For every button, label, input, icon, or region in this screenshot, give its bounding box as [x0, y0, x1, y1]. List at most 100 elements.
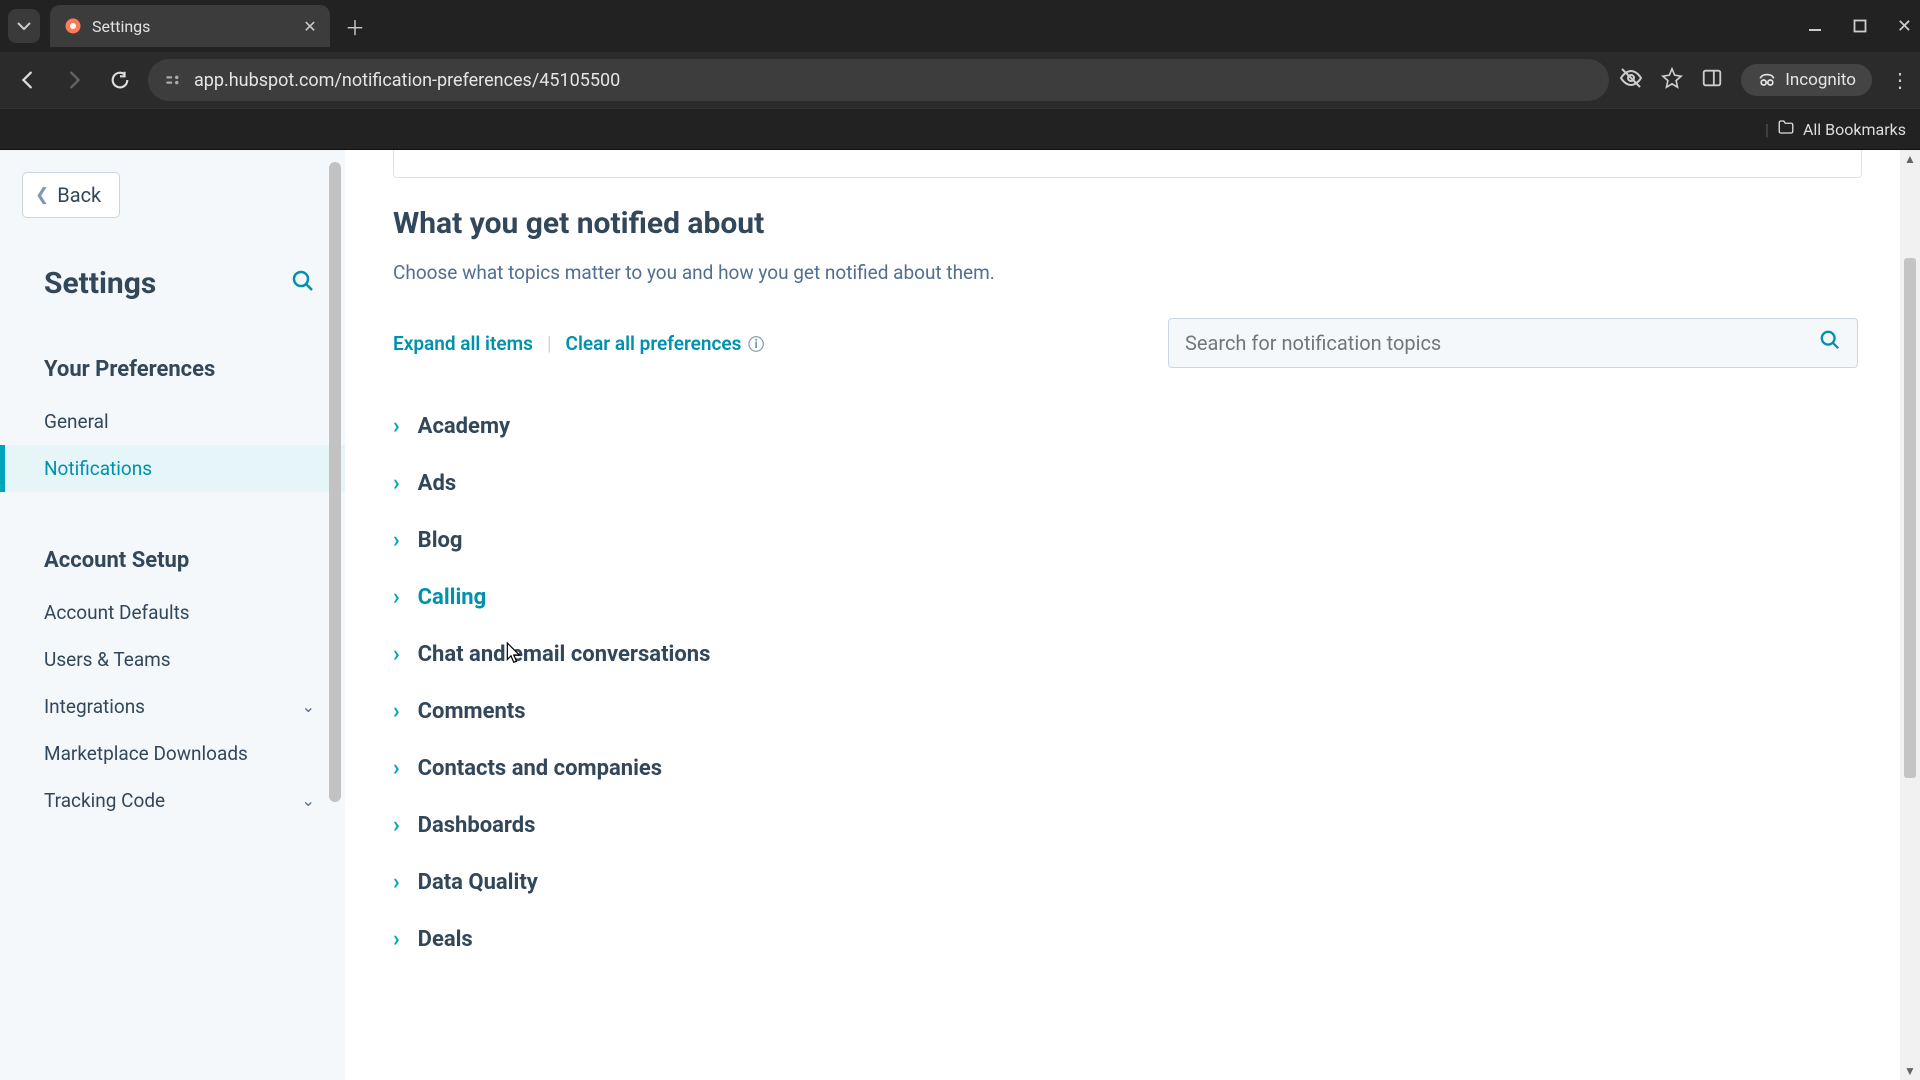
back-label: Back — [57, 183, 101, 207]
sidebar-scrollbar[interactable] — [325, 156, 345, 1080]
hide-eye-icon[interactable] — [1619, 66, 1643, 94]
chevron-down-icon: ⌄ — [302, 697, 315, 716]
topic-label: Comments — [418, 699, 526, 724]
sidebar-item-label: General — [44, 410, 109, 433]
search-input[interactable] — [1185, 331, 1819, 355]
site-settings-icon[interactable] — [164, 71, 182, 89]
topic-label: Contacts and companies — [418, 756, 662, 781]
side-panel-icon[interactable] — [1701, 67, 1723, 93]
maximize-icon[interactable] — [1853, 19, 1867, 33]
window-controls: ✕ — [1807, 0, 1912, 52]
expand-all-link[interactable]: Expand all items — [393, 332, 533, 355]
topic-calling[interactable]: › Calling — [393, 569, 1870, 626]
bookmarks-bar: | All Bookmarks — [0, 108, 1920, 150]
topic-ads[interactable]: › Ads — [393, 455, 1870, 512]
topic-label: Ads — [418, 471, 456, 496]
sidebar-item-label: Tracking Code — [44, 789, 165, 812]
topic-label: Data Quality — [418, 870, 538, 895]
minimize-icon[interactable] — [1807, 18, 1823, 34]
search-box[interactable] — [1168, 318, 1858, 368]
back-button[interactable]: ❮ Back — [22, 172, 120, 218]
sidebar-item-tracking-code[interactable]: Tracking Code ⌄ — [0, 777, 345, 824]
sidebar-item-label: Users & Teams — [44, 648, 171, 671]
chevron-right-icon: › — [393, 528, 400, 553]
incognito-label: Incognito — [1785, 70, 1856, 90]
divider: | — [547, 332, 552, 355]
main-content: What you get notified about Choose what … — [345, 150, 1920, 1080]
sidebar-item-marketplace-downloads[interactable]: Marketplace Downloads — [0, 730, 345, 777]
topic-academy[interactable]: › Academy — [393, 398, 1870, 455]
topic-dashboards[interactable]: › Dashboards — [393, 797, 1870, 854]
tab-title: Settings — [92, 17, 290, 36]
chevron-right-icon: › — [393, 585, 400, 610]
browser-tab[interactable]: Settings ✕ — [50, 5, 330, 47]
action-row: Expand all items | Clear all preferences… — [393, 318, 1858, 368]
settings-title: Settings — [44, 266, 156, 301]
topic-contacts-companies[interactable]: › Contacts and companies — [393, 740, 1870, 797]
omnibox[interactable]: app.hubspot.com/notification-preferences… — [148, 59, 1609, 101]
sidebar-item-account-defaults[interactable]: Account Defaults — [0, 589, 345, 636]
back-nav-icon[interactable] — [10, 62, 46, 98]
browser-chrome: Settings ✕ ＋ ✕ app.hubspot.com/notificat… — [0, 0, 1920, 150]
bookmark-star-icon[interactable] — [1661, 67, 1683, 93]
sidebar-item-general[interactable]: General — [0, 398, 345, 445]
topic-label: Blog — [418, 528, 463, 553]
page-body: ❮ Back Settings Your Preferences General… — [0, 150, 1920, 1080]
incognito-badge[interactable]: Incognito — [1741, 64, 1872, 96]
main-scrollbar[interactable]: ▲ ▼ — [1900, 150, 1920, 1080]
topic-blog[interactable]: › Blog — [393, 512, 1870, 569]
chevron-right-icon: › — [393, 927, 400, 952]
sidebar-item-label: Notifications — [44, 457, 152, 480]
search-icon[interactable] — [1819, 329, 1841, 357]
topic-comments[interactable]: › Comments — [393, 683, 1870, 740]
clear-all-link[interactable]: Clear all preferences ⓘ — [566, 331, 765, 355]
search-icon[interactable] — [291, 269, 315, 299]
topic-chat-email[interactable]: › Chat and email conversations — [393, 626, 1870, 683]
chevron-right-icon: › — [393, 813, 400, 838]
chevron-right-icon: › — [393, 414, 400, 439]
topic-list: › Academy › Ads › Blog › Calling › Chat … — [393, 398, 1870, 968]
sidebar-item-label: Integrations — [44, 695, 145, 718]
bookmarks-folder-icon[interactable] — [1777, 118, 1795, 140]
incognito-icon — [1757, 70, 1777, 90]
sidebar-item-label: Account Defaults — [44, 601, 190, 624]
card-edge-decor — [393, 150, 1862, 178]
topic-label: Chat and email conversations — [418, 642, 711, 667]
topic-label: Calling — [418, 585, 487, 610]
page-heading: What you get notified about — [393, 206, 1870, 241]
sidebar-item-notifications[interactable]: Notifications — [0, 445, 345, 492]
your-preferences-header: Your Preferences — [0, 357, 345, 382]
chevron-right-icon: › — [393, 699, 400, 724]
sidebar-item-label: Marketplace Downloads — [44, 742, 248, 765]
chevron-down-icon: ⌄ — [302, 791, 315, 810]
topic-data-quality[interactable]: › Data Quality — [393, 854, 1870, 911]
tab-strip: Settings ✕ ＋ ✕ — [0, 0, 1920, 52]
info-icon: ⓘ — [748, 335, 764, 354]
sidebar-item-users-teams[interactable]: Users & Teams — [0, 636, 345, 683]
topic-label: Deals — [418, 927, 473, 952]
forward-nav-icon[interactable] — [56, 62, 92, 98]
hubspot-favicon-icon — [64, 17, 82, 35]
all-bookmarks-link[interactable]: All Bookmarks — [1803, 120, 1906, 139]
close-window-icon[interactable]: ✕ — [1897, 16, 1912, 37]
settings-sidebar: ❮ Back Settings Your Preferences General… — [0, 150, 345, 1080]
account-setup-header: Account Setup — [0, 548, 345, 573]
topic-deals[interactable]: › Deals — [393, 911, 1870, 968]
sidebar-item-integrations[interactable]: Integrations ⌄ — [0, 683, 345, 730]
address-bar: app.hubspot.com/notification-preferences… — [0, 52, 1920, 108]
chevron-right-icon: › — [393, 756, 400, 781]
new-tab-button[interactable]: ＋ — [338, 9, 372, 43]
reload-icon[interactable] — [102, 62, 138, 98]
close-tab-icon[interactable]: ✕ — [300, 16, 320, 36]
page-subheading: Choose what topics matter to you and how… — [393, 261, 1870, 284]
url-text: app.hubspot.com/notification-preferences… — [194, 70, 620, 91]
tab-search-dropdown[interactable] — [8, 9, 40, 43]
browser-menu-icon[interactable]: ⋮ — [1890, 68, 1910, 92]
topic-label: Academy — [418, 414, 510, 439]
chevron-left-icon: ❮ — [35, 185, 49, 205]
chevron-right-icon: › — [393, 870, 400, 895]
topic-label: Dashboards — [418, 813, 536, 838]
chevron-right-icon: › — [393, 471, 400, 496]
clear-all-label: Clear all preferences — [566, 332, 742, 355]
chevron-right-icon: › — [393, 642, 400, 667]
